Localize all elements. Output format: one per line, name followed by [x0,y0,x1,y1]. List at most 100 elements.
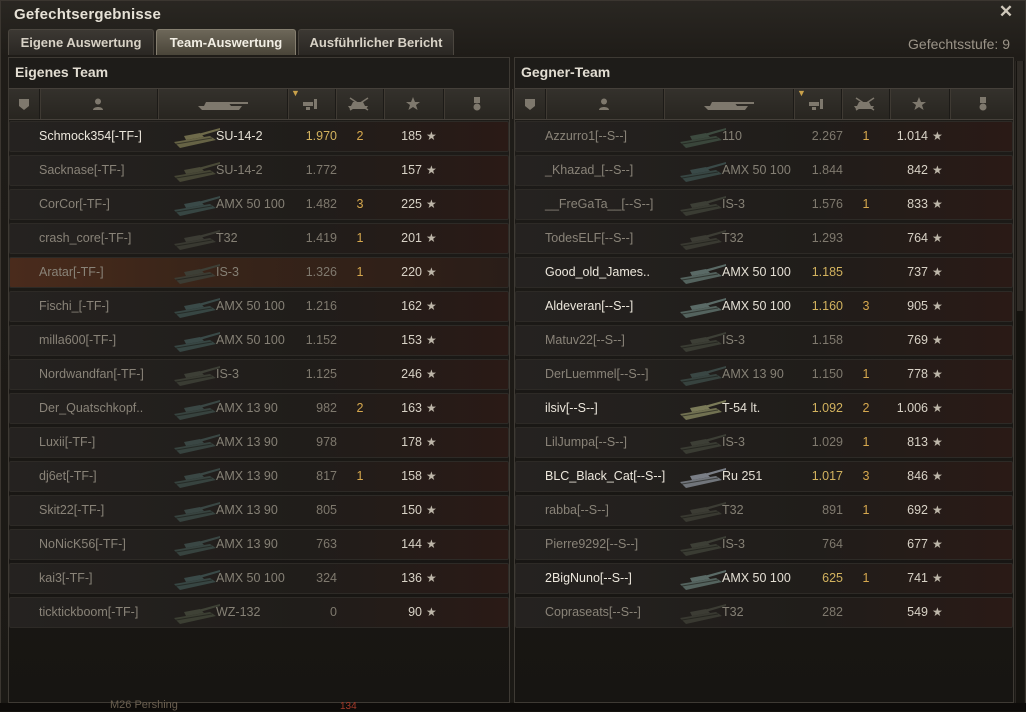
damage-value: 246 [401,367,422,381]
player-row[interactable]: Aratar[-TF-] IS-3 1.326 1 220 ★ [9,257,509,288]
tank-name: AMX 50 100 [216,571,285,585]
scrollbar-thumb[interactable] [1017,61,1023,311]
tank-name: SU-14-2 [216,163,263,177]
column-header-experience[interactable]: ▼ [287,88,336,119]
experience-value: 1.293 [811,231,843,245]
player-row[interactable]: Der_Quatschkopf.. AMX 13 90 982 2 163 ★ [9,393,509,424]
star-icon: ★ [932,197,943,211]
star-icon: ★ [932,401,943,415]
column-header-player[interactable] [545,89,664,119]
experience-value: 1.576 [811,197,843,211]
experience-value: 1.772 [305,163,337,177]
tank-name: AMX 13 90 [216,469,278,483]
tank-image-icon [170,258,222,287]
player-row[interactable]: _Khazad_[--S--] AMX 50 100 1.844 842 ★ [515,155,1013,186]
player-name: Luxii[-TF-] [39,435,96,449]
player-row[interactable]: __FreGaTa__[--S--] IS-3 1.576 1 833 ★ [515,189,1013,220]
player-row[interactable]: 2BigNuno[--S--] AMX 50 100 625 1 741 ★ [515,563,1013,594]
damage-value: 764 [907,231,928,245]
column-header-kills[interactable] [335,89,384,119]
player-row[interactable]: Skit22[-TF-] AMX 13 90 805 150 ★ [9,495,509,526]
player-row[interactable]: kai3[-TF-] AMX 50 100 324 136 ★ [9,563,509,594]
column-header-vehicle-class[interactable] [9,89,40,119]
medal-icon [977,96,989,112]
scrollbar[interactable] [1015,61,1024,703]
window-title: Gefechtsergebnisse [14,6,161,23]
tank-image-icon [170,496,222,525]
tank-image-icon [676,360,728,389]
player-row[interactable]: Good_old_James.. AMX 50 100 1.185 737 ★ [515,257,1013,288]
column-header-medal[interactable] [949,89,1018,119]
player-row[interactable]: Azzurro1[--S--] 110 2.267 1 1.014 ★ [515,121,1013,152]
star-icon: ★ [932,231,943,245]
tank-image-icon [170,530,222,559]
tab-eigene-auswertung[interactable]: Eigene Auswertung [8,29,154,55]
player-name: LilJumpa[--S--] [545,435,627,449]
kills-icon [346,97,372,111]
star-icon: ★ [426,401,437,415]
tank-name: IS-3 [722,197,745,211]
star-icon: ★ [932,265,943,279]
column-header-damage-star[interactable] [383,89,444,119]
damage-value: 741 [907,571,928,585]
player-name: NoNicK56[-TF-] [39,537,126,551]
tank-image-icon [676,224,728,253]
tank-name: AMX 13 90 [216,435,278,449]
tank-image-icon [170,598,222,627]
vehicle-class-icon [17,97,31,111]
experience-value: 324 [316,571,337,585]
tank-image-icon [676,190,728,219]
player-row[interactable]: DerLuemmel[--S--] AMX 13 90 1.150 1 778 ★ [515,359,1013,390]
background-badge: 134 [340,701,357,712]
experience-value: 1.970 [305,129,337,143]
player-row[interactable]: TodesELF[--S--] T32 1.293 764 ★ [515,223,1013,254]
player-row[interactable]: Nordwandfan[-TF-] IS-3 1.125 246 ★ [9,359,509,390]
player-row[interactable]: CorCor[-TF-] AMX 50 100 1.482 3 225 ★ [9,189,509,220]
star-icon: ★ [426,197,437,211]
player-row[interactable]: Luxii[-TF-] AMX 13 90 978 178 ★ [9,427,509,458]
player-row[interactable]: Sacknase[-TF-] SU-14-2 1.772 157 ★ [9,155,509,186]
star-icon: ★ [426,571,437,585]
tank-image-icon [170,292,222,321]
player-row[interactable]: LilJumpa[--S--] IS-3 1.029 1 813 ★ [515,427,1013,458]
star-icon: ★ [426,367,437,381]
close-icon[interactable]: ✕ [998,3,1014,20]
tab-ausfuehrlicher-bericht[interactable]: Ausführlicher Bericht [298,29,454,55]
player-row[interactable]: Fischi_[-TF-] AMX 50 100 1.216 162 ★ [9,291,509,322]
player-row[interactable]: NoNicK56[-TF-] AMX 13 90 763 144 ★ [9,529,509,560]
player-row[interactable]: milla600[-TF-] AMX 50 100 1.152 153 ★ [9,325,509,356]
player-row[interactable]: Pierre9292[--S--] IS-3 764 677 ★ [515,529,1013,560]
player-row[interactable]: Schmock354[-TF-] SU-14-2 1.970 2 185 ★ [9,121,509,152]
player-row[interactable]: BLC_Black_Cat[--S--] Ru 251 1.017 3 846 ★ [515,461,1013,492]
player-row[interactable]: crash_core[-TF-] T32 1.419 1 201 ★ [9,223,509,254]
star-icon: ★ [426,537,437,551]
experience-value: 1.844 [811,163,843,177]
column-header-damage-star[interactable] [889,89,950,119]
player-row[interactable]: ticktickboom[-TF-] WZ-132 0 90 ★ [9,597,509,628]
star-icon: ★ [932,333,943,347]
player-name: __FreGaTa__[--S--] [545,197,654,211]
player-row[interactable]: Aldeveran[--S--] AMX 50 100 1.160 3 905 ★ [515,291,1013,322]
tank-image-icon [676,496,728,525]
column-header-tank[interactable] [663,89,794,119]
column-header-player[interactable] [39,89,158,119]
enemy-team-header: ▼ [515,88,1018,120]
player-name: Aldeveran[--S--] [545,299,634,313]
player-row[interactable]: Matuv22[--S--] IS-3 1.158 769 ★ [515,325,1013,356]
column-header-tank[interactable] [157,89,288,119]
player-row[interactable]: ilsiv[--S--] T-54 lt. 1.092 2 1.006 ★ [515,393,1013,424]
tank-name: AMX 13 90 [722,367,784,381]
damage-value: 813 [907,435,928,449]
column-header-kills[interactable] [841,89,890,119]
player-icon [91,97,105,111]
column-header-vehicle-class[interactable] [515,89,546,119]
player-row[interactable]: Copraseats[--S--] T32 282 549 ★ [515,597,1013,628]
column-header-experience[interactable]: ▼ [793,88,842,119]
player-row[interactable]: dj6et[-TF-] AMX 13 90 817 1 158 ★ [9,461,509,492]
player-row[interactable]: rabba[--S--] T32 891 1 692 ★ [515,495,1013,526]
column-header-medal[interactable] [443,89,512,119]
tank-name: T32 [216,231,238,245]
tab-team-auswertung[interactable]: Team-Auswertung [156,29,296,55]
damage-value: 185 [401,129,422,143]
experience-value: 625 [822,571,843,585]
